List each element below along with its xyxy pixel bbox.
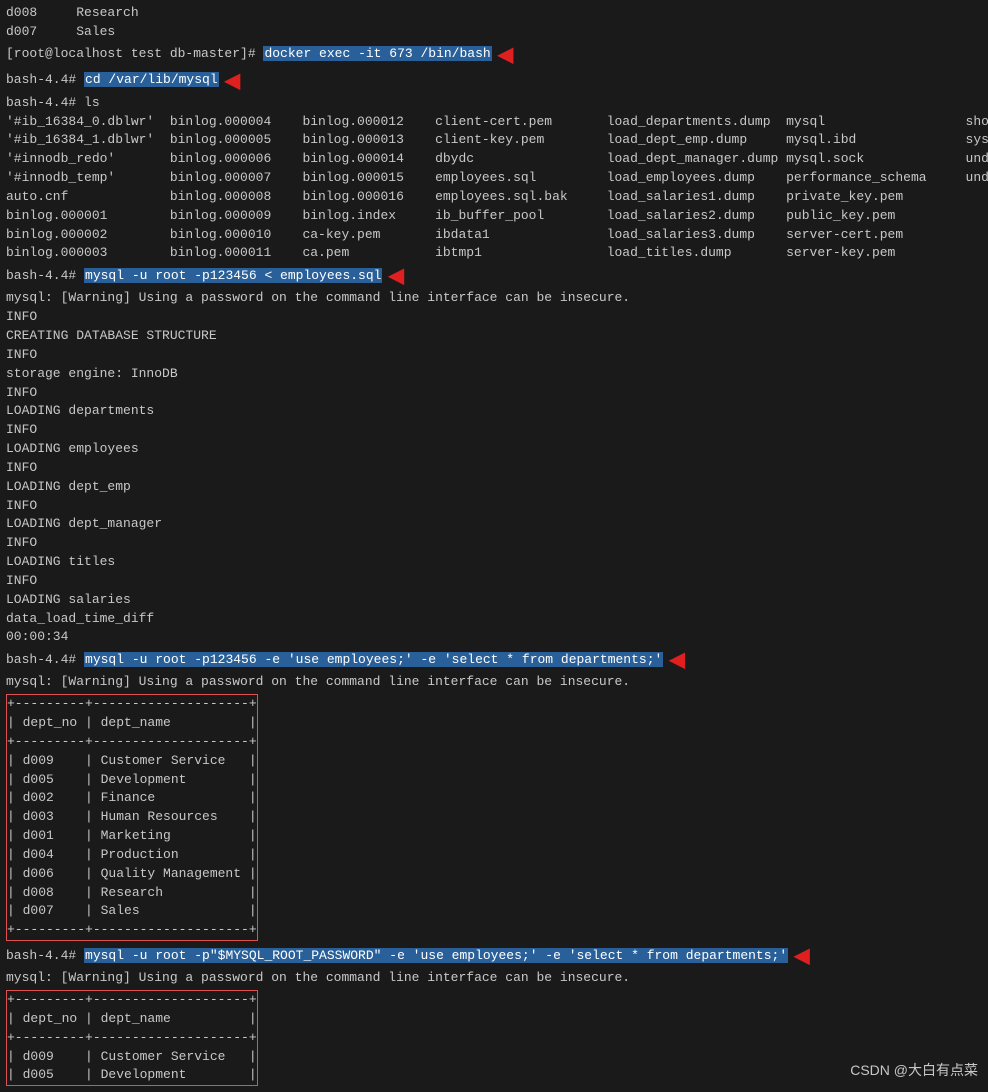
line-load-mgr: LOADING dept_manager bbox=[6, 515, 982, 534]
prompt-cd: bash-4.4# cd /var/lib/mysql bbox=[6, 71, 219, 90]
cmd-cd: bash-4.4# cd /var/lib/mysql ◀ bbox=[6, 68, 982, 94]
table1-row0: | d009 | Customer Service | bbox=[7, 753, 257, 768]
table1-row5: | d004 | Production | bbox=[7, 847, 257, 862]
table2-row1: | d005 | Development | bbox=[7, 1067, 257, 1082]
terminal: d008 Research d007 Sales [root@localhost… bbox=[0, 0, 988, 1092]
line-load-dept: LOADING departments bbox=[6, 402, 982, 421]
table1-row8: | d007 | Sales | bbox=[7, 903, 257, 918]
arrow-env: ◀ bbox=[794, 943, 809, 969]
line-files4: '#innodb_temp' binlog.000007 binlog.0000… bbox=[6, 169, 982, 188]
line-files1: '#ib_16384_0.dblwr' binlog.000004 binlog… bbox=[6, 113, 982, 132]
table1-row7: | d008 | Research | bbox=[7, 885, 257, 900]
table1-row3: | d003 | Human Resources | bbox=[7, 809, 257, 824]
watermark: CSDN @大白有点菜 bbox=[850, 1060, 978, 1080]
line-load-titles: LOADING titles bbox=[6, 553, 982, 572]
line-info3: INFO bbox=[6, 384, 982, 403]
prompt-env-text: bash-4.4# bbox=[6, 948, 84, 963]
cmd-cd-text: cd /var/lib/mysql bbox=[84, 72, 219, 87]
line-files8: binlog.000003 binlog.000011 ca.pem ibtmp… bbox=[6, 244, 982, 263]
line-engine: storage engine: InnoDB bbox=[6, 365, 982, 384]
line-files6: binlog.000001 binlog.000009 binlog.index… bbox=[6, 207, 982, 226]
prompt-select-text: bash-4.4# bbox=[6, 652, 84, 667]
line-files3: '#innodb_redo' binlog.000006 binlog.0000… bbox=[6, 150, 982, 169]
arrow-mysql: ◀ bbox=[388, 263, 403, 289]
line-warning3: mysql: [Warning] Using a password on the… bbox=[6, 969, 982, 988]
prompt-text: [root@localhost test db-master]# bbox=[6, 46, 263, 61]
prompt-docker: [root@localhost test db-master]# docker … bbox=[6, 45, 492, 64]
cmd-mysql-import: bash-4.4# mysql -u root -p123456 < emplo… bbox=[6, 263, 982, 289]
table1-row1: | d005 | Development | bbox=[7, 772, 257, 787]
table1-divider: +---------+--------------------+ bbox=[7, 734, 257, 749]
line-data-time: data_load_time_diff bbox=[6, 610, 982, 629]
line-info1: INFO bbox=[6, 308, 982, 327]
line-load-salaries: LOADING salaries bbox=[6, 591, 982, 610]
table2-divider: +---------+--------------------+ bbox=[7, 1030, 257, 1045]
table2-col-header: | dept_no | dept_name | bbox=[7, 1011, 257, 1026]
arrow-cd: ◀ bbox=[225, 68, 240, 94]
line-warning1: mysql: [Warning] Using a password on the… bbox=[6, 289, 982, 308]
line-research: d008 Research bbox=[6, 4, 982, 23]
line-info4: INFO bbox=[6, 421, 982, 440]
table1: +---------+--------------------+ | dept_… bbox=[6, 694, 258, 941]
table2: +---------+--------------------+ | dept_… bbox=[6, 990, 258, 1086]
table1-row2: | d002 | Finance | bbox=[7, 790, 257, 805]
cmd-text: docker exec -it 673 /bin/bash bbox=[263, 46, 491, 61]
line-files5: auto.cnf binlog.000008 binlog.000016 emp… bbox=[6, 188, 982, 207]
cmd-docker: [root@localhost test db-master]# docker … bbox=[6, 42, 982, 68]
line-files2: '#ib_16384_1.dblwr' binlog.000005 binlog… bbox=[6, 131, 982, 150]
cmd-mysql-text: mysql -u root -p123456 < employees.sql bbox=[84, 268, 382, 283]
table1-header: +---------+--------------------+ bbox=[7, 696, 257, 711]
line-creating: CREATING DATABASE STRUCTURE bbox=[6, 327, 982, 346]
prompt-env: bash-4.4# mysql -u root -p"$MYSQL_ROOT_P… bbox=[6, 947, 788, 966]
cmd-mysql-env: bash-4.4# mysql -u root -p"$MYSQL_ROOT_P… bbox=[6, 943, 982, 969]
table1-footer: +---------+--------------------+ bbox=[7, 922, 257, 937]
cmd-select-text: mysql -u root -p123456 -e 'use employees… bbox=[84, 652, 663, 667]
cmd-env-text: mysql -u root -p"$MYSQL_ROOT_PASSWORD" -… bbox=[84, 948, 788, 963]
cmd-mysql-select: bash-4.4# mysql -u root -p123456 -e 'use… bbox=[6, 647, 982, 673]
prompt-cd-text: bash-4.4# bbox=[6, 72, 84, 87]
line-time-val: 00:00:34 bbox=[6, 628, 982, 647]
prompt-mysql: bash-4.4# mysql -u root -p123456 < emplo… bbox=[6, 267, 382, 286]
line-load-emp: LOADING employees bbox=[6, 440, 982, 459]
table1-row6: | d006 | Quality Management | bbox=[7, 866, 257, 881]
line-info6: INFO bbox=[6, 497, 982, 516]
line-info8: INFO bbox=[6, 572, 982, 591]
table1-col-header: | dept_no | dept_name | bbox=[7, 715, 257, 730]
line-load-dept-emp: LOADING dept_emp bbox=[6, 478, 982, 497]
line-ls: bash-4.4# ls bbox=[6, 94, 982, 113]
line-warning2: mysql: [Warning] Using a password on the… bbox=[6, 673, 982, 692]
line-files7: binlog.000002 binlog.000010 ca-key.pem i… bbox=[6, 226, 982, 245]
prompt-mysql-text: bash-4.4# bbox=[6, 268, 84, 283]
arrow-select: ◀ bbox=[669, 647, 684, 673]
arrow-docker: ◀ bbox=[498, 42, 513, 68]
table2-header: +---------+--------------------+ bbox=[7, 992, 257, 1007]
line-info2: INFO bbox=[6, 346, 982, 365]
prompt-select: bash-4.4# mysql -u root -p123456 -e 'use… bbox=[6, 651, 663, 670]
line-info7: INFO bbox=[6, 534, 982, 553]
line-sales: d007 Sales bbox=[6, 23, 982, 42]
table2-row0: | d009 | Customer Service | bbox=[7, 1049, 257, 1064]
line-info5: INFO bbox=[6, 459, 982, 478]
